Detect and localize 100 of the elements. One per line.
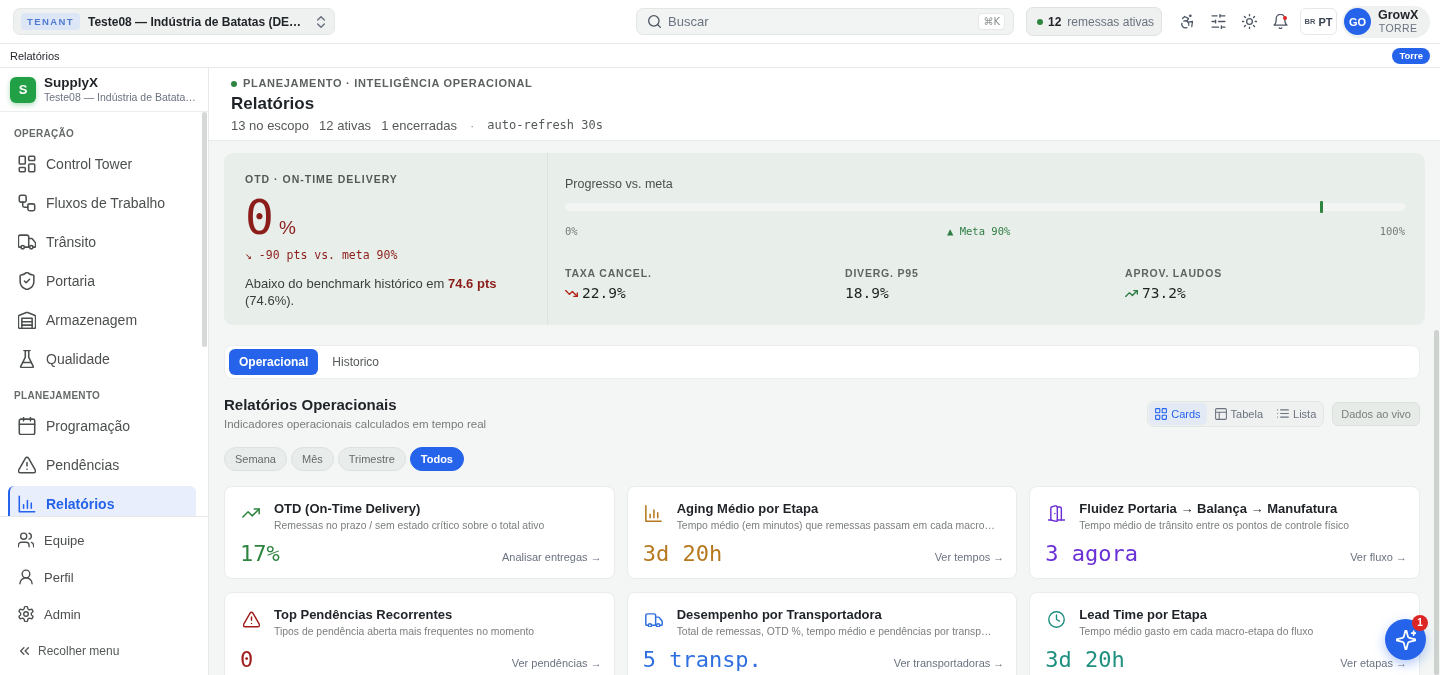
nav-item[interactable]: Qualidade: [8, 341, 196, 377]
scrollbar-thumb[interactable]: [202, 112, 207, 347]
metric-label: APROV. LAUDOS: [1125, 266, 1223, 280]
truck-icon: [18, 233, 36, 251]
bar-chart-icon: [18, 495, 36, 513]
truck-icon: [644, 613, 663, 627]
nav-item[interactable]: Pendências: [8, 447, 196, 483]
nav-item[interactable]: Armazenagem: [8, 302, 196, 338]
scrollbar-thumb[interactable]: [1434, 330, 1439, 675]
nav-item[interactable]: Portaria: [8, 263, 196, 299]
report-link[interactable]: Ver pendências →: [511, 657, 602, 669]
otd-value: 0: [245, 193, 274, 241]
tenant-badge: TENANT: [21, 13, 80, 30]
sparkles-icon: [1395, 629, 1416, 650]
sliders-icon: [1210, 14, 1226, 29]
nav-item[interactable]: Admin: [8, 598, 196, 630]
sun-icon: [1241, 14, 1257, 29]
metric-value: 18.9%: [845, 285, 889, 301]
section-title: Relatórios Operacionais: [224, 395, 398, 415]
bell-icon: [1272, 14, 1288, 29]
user-avatar: GO: [1344, 8, 1371, 35]
report-value: 3 agora: [1045, 541, 1139, 567]
warning-icon: [18, 456, 36, 474]
settings-icon: [18, 606, 34, 622]
users-icon: [18, 532, 34, 548]
meta-separator: ·: [470, 117, 475, 133]
period-chip[interactable]: Trimestre: [337, 447, 406, 471]
page-eyebrow: PLANEJAMENTO · INTELIGÊNCIA OPERACIONAL: [243, 76, 533, 91]
nav-item[interactable]: Control Tower: [8, 146, 196, 182]
report-link[interactable]: Analisar entregas →: [502, 551, 602, 563]
flask-icon: [18, 350, 36, 368]
dashboard-grid-icon: [18, 155, 36, 173]
clock-icon: [1047, 611, 1065, 628]
page-title: Relatórios: [231, 93, 316, 115]
otd-note: Abaixo do benchmark histórico em 74.6 pts (74.6%).: [245, 275, 498, 309]
shield-check-icon: [18, 272, 36, 290]
warning-icon: [242, 611, 260, 628]
nav-item[interactable]: Programação: [8, 408, 196, 444]
tab[interactable]: Historico: [322, 349, 390, 375]
period-chip[interactable]: Todos: [409, 447, 464, 471]
table-icon: [1214, 407, 1227, 420]
brand-subtitle: Teste08 — Indústria de Batata…: [44, 91, 196, 104]
section-subtitle: Indicadores operacionais calculados em tempo real: [224, 417, 487, 432]
trend-down-icon: [565, 289, 578, 297]
report-title: Top Pendências Recorrentes: [274, 606, 454, 623]
nav-item[interactable]: Equipe: [8, 524, 196, 556]
calendar-icon: [18, 417, 36, 435]
trend-up-icon: [242, 508, 260, 518]
door-icon: [1047, 505, 1065, 522]
nav-item[interactable]: Relatórios: [8, 486, 196, 516]
tenant-selector[interactable]: TENANT Teste08 — Indústria de Batatas (DE…: [13, 8, 335, 35]
page-breadcrumb: Relatórios: [10, 49, 60, 62]
report-value: 0: [240, 647, 254, 673]
metric-value: 73.2%: [1142, 285, 1186, 301]
count-stat: 13 no escopo: [231, 117, 310, 133]
report-description: Tempo médio de trânsito entre os pontos de controle físico: [1079, 519, 1351, 533]
report-link[interactable]: Ver etapas →: [1340, 657, 1407, 669]
nav-item[interactable]: Perfil: [8, 561, 196, 593]
context-badge: Torre: [1392, 47, 1430, 64]
report-title: Fluidez Portaria → Balança → Manufatura: [1079, 500, 1339, 517]
period-chip[interactable]: Semana: [224, 447, 287, 471]
report-value: 5 transp.: [642, 647, 762, 673]
report-title: Desempenho por Transportadora: [676, 606, 883, 623]
view-option[interactable]: Cards: [1149, 402, 1207, 425]
target-label: ▲ Meta 90%: [947, 224, 1011, 239]
report-value: 3d 20h: [642, 541, 723, 567]
bar-chart-icon: [645, 505, 663, 522]
otd-label: OTD · ON-TIME DELIVERY: [245, 172, 399, 186]
otd-unit: %: [278, 217, 296, 239]
nav-item[interactable]: Trânsito: [8, 224, 196, 260]
report-link[interactable]: Ver tempos →: [934, 551, 1005, 563]
metric-label: TAXA CANCEL.: [565, 266, 653, 280]
otd-delta: ↘ -90 pts vs. meta 90%: [245, 247, 399, 263]
view-option[interactable]: Tabela: [1208, 402, 1270, 425]
list-icon: [1277, 409, 1290, 418]
nav-item[interactable]: Fluxos de Trabalho: [8, 185, 196, 221]
notification-badge: 1: [1412, 615, 1428, 631]
report-description: Remessas no prazo / sem estado crítico sobre o total ativo: [274, 519, 546, 533]
double-chevron-left-icon: [20, 647, 29, 655]
status-dot-icon: [231, 80, 237, 87]
grid-icon: [1155, 407, 1168, 420]
report-title: Aging Médio por Etapa: [676, 500, 820, 517]
brand-name: SupplyX: [44, 75, 99, 91]
metric-value: 22.9%: [582, 285, 626, 301]
accessibility-icon: [1179, 14, 1195, 29]
report-description: Tempo médio gasto em cada macro-etapa do fluxo: [1079, 625, 1315, 639]
scale-min-label: 0%: [565, 224, 578, 239]
view-option[interactable]: Lista: [1271, 402, 1323, 425]
live-data-button[interactable]: Dados ao vivo: [1332, 401, 1420, 426]
active-shipments-button[interactable]: 12 remessas ativas: [1026, 7, 1162, 36]
workflow-icon: [18, 194, 36, 212]
tab[interactable]: Operacional: [229, 349, 319, 375]
chevron-up-down-icon: [317, 15, 325, 28]
period-chip[interactable]: Mês: [291, 447, 334, 471]
nav-section-title: PLANEJAMENTO: [13, 389, 102, 403]
warehouse-icon: [18, 311, 36, 329]
report-link[interactable]: Ver transportadoras →: [893, 657, 1005, 669]
report-value: 17%: [240, 541, 280, 567]
collapse-menu-button[interactable]: Recolher menu: [8, 635, 120, 667]
report-link[interactable]: Ver fluxo →: [1350, 551, 1407, 563]
